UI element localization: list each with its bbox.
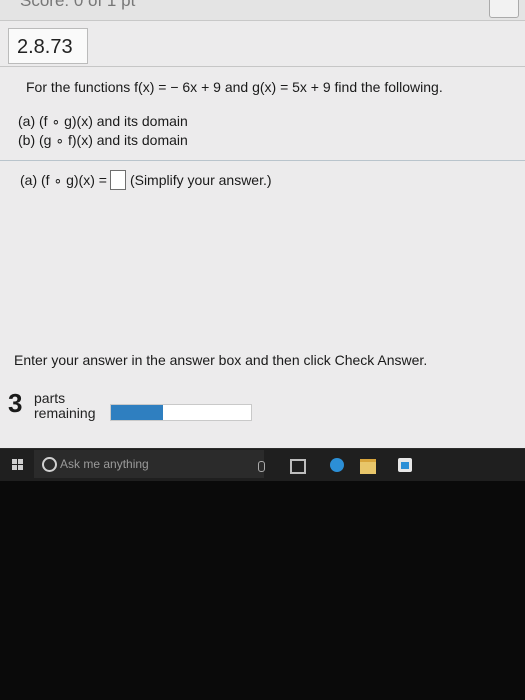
progress-bar — [110, 404, 252, 421]
file-explorer-icon[interactable] — [360, 459, 376, 474]
store-icon[interactable] — [398, 458, 412, 472]
question-part-a: (a) (f ∘ g)(x) and its domain — [18, 113, 188, 129]
score-bar: Score: 0 of 1 pt — [0, 0, 525, 21]
answer-label: (a) (f ∘ g)(x) = — [20, 171, 107, 188]
parts-label: parts remaining — [34, 391, 95, 421]
question-id: 2.8.73 — [17, 36, 73, 58]
edge-icon[interactable] — [330, 458, 344, 472]
answer-row: (a) (f ∘ g)(x) = (Simplify your answer.) — [20, 170, 272, 190]
answer-input[interactable] — [109, 170, 126, 190]
parts-word: parts — [34, 390, 66, 406]
question-prompt: For the functions f(x) = − 6x + 9 and g(… — [26, 79, 443, 95]
task-view-icon[interactable] — [290, 459, 306, 474]
taskbar-search[interactable]: Ask me anything — [34, 450, 264, 478]
progress-fill — [111, 405, 163, 420]
answer-hint: (Simplify your answer.) — [129, 172, 272, 188]
browser-page: Score: 0 of 1 pt 2.8.73 For the function… — [0, 0, 525, 448]
divider — [0, 160, 525, 161]
remaining-word: remaining — [34, 405, 96, 421]
cortana-ring-icon — [42, 457, 57, 472]
corner-button[interactable] — [489, 0, 519, 18]
divider — [0, 66, 525, 67]
question-part-b: (b) (g ∘ f)(x) and its domain — [18, 132, 188, 148]
windows-start-icon[interactable] — [12, 459, 23, 470]
parts-count: 3 — [8, 388, 23, 418]
instruction-text: Enter your answer in the answer box and … — [14, 352, 428, 368]
search-placeholder: Ask me anything — [60, 457, 149, 471]
taskbar: Ask me anything — [0, 448, 525, 481]
microphone-icon[interactable] — [258, 461, 265, 472]
question-id-box: 2.8.73 — [8, 28, 88, 64]
score-text: Score: 0 of 1 pt — [20, 0, 136, 10]
